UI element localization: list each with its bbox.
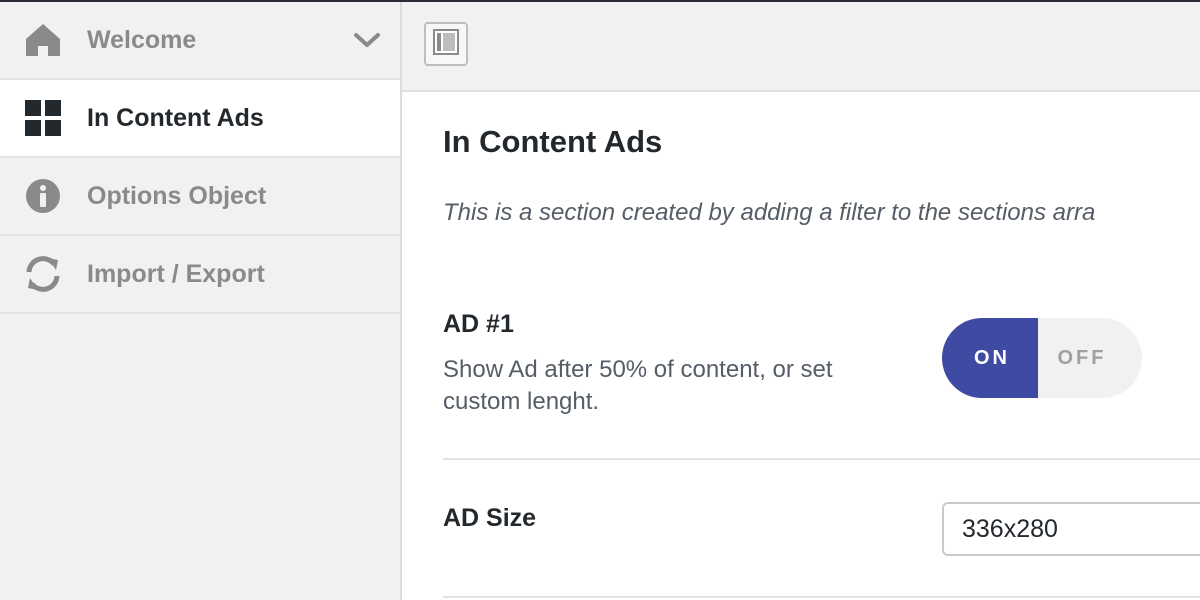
section-title: In Content Ads: [443, 124, 663, 159]
home-icon: [24, 21, 62, 59]
sidebar-item-label: Options Object: [87, 181, 267, 210]
sidebar-item-in-content-ads[interactable]: In Content Ads: [0, 80, 400, 158]
ad-size-input[interactable]: [942, 502, 1200, 556]
toolbar: [402, 2, 1200, 92]
sidebar-item-welcome[interactable]: Welcome: [0, 2, 400, 80]
field-divider: [443, 458, 1200, 460]
ad1-toggle[interactable]: ON OFF: [942, 318, 1142, 398]
sidebar-item-label: Welcome: [87, 25, 197, 54]
toggle-on-option[interactable]: ON: [942, 318, 1038, 398]
chevron-down-icon[interactable]: [352, 25, 382, 55]
grid-icon: [24, 99, 62, 137]
main-panel: In Content Ads This is a section created…: [402, 2, 1200, 600]
layout-toggle-button[interactable]: [424, 22, 468, 66]
ad1-label: AD #1: [443, 310, 514, 338]
toggle-off-option[interactable]: OFF: [1038, 318, 1142, 398]
field-divider: [443, 596, 1200, 598]
sidebar: Welcome In Content Ads Options Object Im…: [0, 2, 402, 600]
sidebar-item-label: Import / Export: [87, 259, 265, 288]
section-description: This is a section created by adding a fi…: [443, 199, 1096, 226]
ad1-description: Show Ad after 50% of content, or set cus…: [443, 356, 833, 415]
layout-icon: [433, 28, 459, 60]
ad-size-label: AD Size: [443, 504, 537, 532]
info-icon: [24, 177, 62, 215]
sidebar-item-import-export[interactable]: Import / Export: [0, 236, 400, 314]
sidebar-item-options-object[interactable]: Options Object: [0, 158, 400, 236]
sidebar-item-label: In Content Ads: [87, 103, 264, 132]
refresh-icon: [24, 255, 62, 293]
